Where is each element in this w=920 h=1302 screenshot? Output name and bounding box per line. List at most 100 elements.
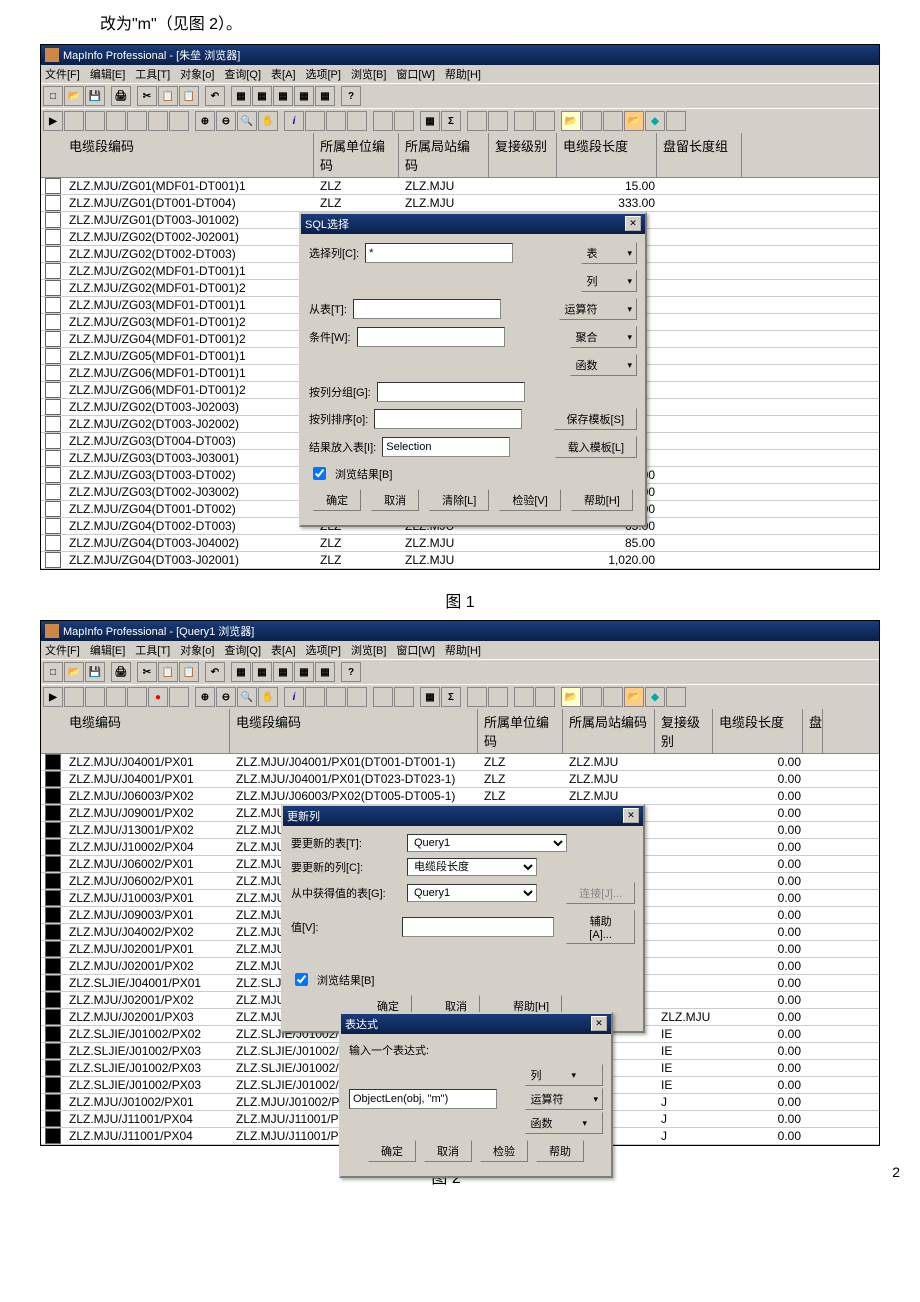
win4-icon[interactable]: ▦ [294, 86, 314, 106]
row-marker[interactable] [45, 1009, 61, 1025]
b22[interactable] [666, 687, 686, 707]
browse-results-checkbox[interactable] [313, 467, 326, 480]
join-button[interactable]: 连接[J]... [566, 882, 635, 904]
b16[interactable] [535, 687, 555, 707]
t9[interactable] [347, 111, 367, 131]
row-marker[interactable] [45, 1077, 61, 1093]
t1[interactable] [64, 111, 84, 131]
row-marker[interactable] [45, 805, 61, 821]
t20[interactable]: 📂 [624, 111, 644, 131]
row-marker[interactable] [45, 771, 61, 787]
column-dropdown[interactable]: 列 [525, 1064, 603, 1086]
b17[interactable]: 📂 [561, 687, 581, 707]
t21[interactable]: ◆ [645, 111, 665, 131]
row-marker[interactable] [45, 382, 61, 398]
table-row[interactable]: ZLZ.MJU/J06003/PX02ZLZ.MJU/J06003/PX02(D… [41, 788, 879, 805]
b21[interactable]: ◆ [645, 687, 665, 707]
row-marker[interactable] [45, 975, 61, 991]
paste-icon[interactable]: 📋 [179, 662, 199, 682]
row-marker[interactable] [45, 754, 61, 770]
function-dropdown[interactable]: 函数 [570, 354, 637, 376]
row-marker[interactable] [45, 1060, 61, 1076]
row-marker[interactable] [45, 856, 61, 872]
print-icon[interactable]: 🖨 [111, 86, 131, 106]
paste-icon[interactable]: 📋 [179, 86, 199, 106]
row-marker[interactable] [45, 873, 61, 889]
ok-button[interactable]: 确定 [313, 489, 361, 511]
info-icon[interactable]: i [284, 687, 304, 707]
row-marker[interactable] [45, 297, 61, 313]
row-marker[interactable] [45, 246, 61, 262]
win5-icon[interactable]: ▦ [315, 86, 335, 106]
b20[interactable]: 📂 [624, 687, 644, 707]
t6[interactable] [169, 111, 189, 131]
row-marker[interactable] [45, 552, 61, 568]
menubar[interactable]: 文件[F]编辑[E]工具[T]对象[o]查询[Q]表[A]选项[P]浏览[B]窗… [41, 65, 879, 83]
table-dropdown[interactable]: 表 [581, 242, 637, 264]
row-marker[interactable] [45, 958, 61, 974]
help-button[interactable]: 帮助[H] [571, 489, 633, 511]
row-marker[interactable] [45, 890, 61, 906]
undo-icon[interactable]: ↶ [205, 86, 225, 106]
groupby-input[interactable] [377, 382, 525, 402]
operator-dropdown[interactable]: 运算符 [559, 298, 637, 320]
w3-icon[interactable]: ▦ [273, 662, 293, 682]
cut-icon[interactable]: ✂ [137, 662, 157, 682]
row-marker[interactable] [45, 365, 61, 381]
table-row[interactable]: ZLZ.MJU/J04001/PX01ZLZ.MJU/J04001/PX01(D… [41, 771, 879, 788]
row-marker[interactable] [45, 839, 61, 855]
t17[interactable]: 📂 [561, 111, 581, 131]
t4[interactable] [127, 111, 147, 131]
pan-icon[interactable]: ✋ [258, 687, 278, 707]
zoom-out-icon[interactable]: ⊖ [216, 687, 236, 707]
select-cols-input[interactable] [365, 243, 513, 263]
row-marker[interactable] [45, 263, 61, 279]
row-marker[interactable] [45, 212, 61, 228]
row-marker[interactable] [45, 467, 61, 483]
b7[interactable] [305, 687, 325, 707]
save-icon[interactable]: 💾 [85, 662, 105, 682]
update-table-select[interactable]: Query1 [407, 834, 567, 852]
b6[interactable] [169, 687, 189, 707]
b2[interactable] [85, 687, 105, 707]
row-marker[interactable] [45, 1043, 61, 1059]
close-icon[interactable]: ✕ [591, 1016, 607, 1031]
b13[interactable] [467, 687, 487, 707]
row-marker[interactable] [45, 348, 61, 364]
verify-button[interactable]: 检验 [480, 1140, 528, 1162]
b9[interactable] [347, 687, 367, 707]
t3[interactable] [106, 111, 126, 131]
row-marker[interactable] [45, 1111, 61, 1127]
row-marker[interactable] [45, 1128, 61, 1144]
b10[interactable] [373, 687, 393, 707]
undo-icon[interactable]: ↶ [205, 662, 225, 682]
zoom-out-icon[interactable]: ⊖ [216, 111, 236, 131]
clear-button[interactable]: 清除[L] [429, 489, 489, 511]
pointer-icon[interactable]: ▶ [43, 687, 63, 707]
b14[interactable] [488, 687, 508, 707]
expression-input[interactable] [349, 1089, 497, 1109]
row-marker[interactable] [45, 484, 61, 500]
operator-dropdown[interactable]: 运算符 [525, 1088, 603, 1110]
assist-button[interactable]: 辅助[A]... [566, 910, 635, 944]
update-col-select[interactable]: 电缆段长度 [407, 858, 537, 876]
row-marker[interactable] [45, 535, 61, 551]
new-icon[interactable]: □ [43, 86, 63, 106]
cancel-button[interactable]: 取消 [424, 1140, 472, 1162]
t10[interactable] [373, 111, 393, 131]
row-marker[interactable] [45, 924, 61, 940]
b4[interactable] [127, 687, 147, 707]
function-dropdown[interactable]: 函数 [525, 1112, 603, 1134]
t16[interactable] [535, 111, 555, 131]
close-icon[interactable]: ✕ [625, 216, 641, 231]
verify-button[interactable]: 检验[V] [499, 489, 560, 511]
cancel-button[interactable]: 取消 [371, 489, 419, 511]
row-marker[interactable] [45, 280, 61, 296]
sigma-icon[interactable]: Σ [441, 111, 461, 131]
row-marker[interactable] [45, 331, 61, 347]
from-table-input[interactable] [353, 299, 501, 319]
t5[interactable] [148, 111, 168, 131]
row-marker[interactable] [45, 518, 61, 534]
b5[interactable]: ● [148, 687, 168, 707]
save-icon[interactable]: 💾 [85, 86, 105, 106]
